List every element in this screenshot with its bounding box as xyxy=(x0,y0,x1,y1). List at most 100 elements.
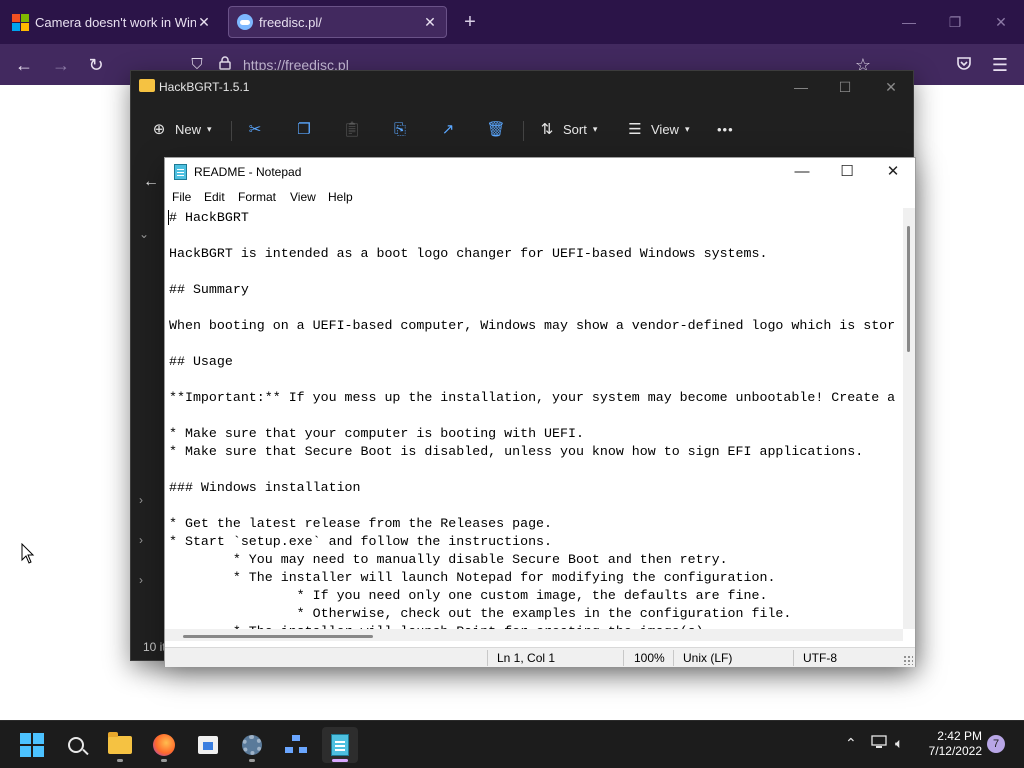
chevron-up-icon[interactable]: ⌃ xyxy=(845,735,857,752)
notepad-text-line: ## Usage xyxy=(169,354,233,369)
clock-date: 7/12/2022 xyxy=(928,744,982,758)
view-label: View xyxy=(651,121,679,137)
notepad-taskbar-button[interactable] xyxy=(322,727,358,763)
horizontal-scroll-thumb[interactable] xyxy=(183,635,373,638)
notepad-maximize-button[interactable]: ☐ xyxy=(825,160,869,184)
system-clock[interactable]: 2:42 PM 7/12/2022 xyxy=(918,729,982,759)
notepad-text-line: * Make sure that your computer is bootin… xyxy=(169,426,584,441)
view-button[interactable]: ☰ View ▾ xyxy=(625,117,689,141)
notepad-status-bar: Ln 1, Col 1 100% Unix (LF) UTF-8 xyxy=(165,647,915,667)
menu-view[interactable]: View xyxy=(290,190,316,204)
notepad-titlebar: README - Notepad — ☐ ✕ xyxy=(165,158,915,186)
reload-icon[interactable]: ↻ xyxy=(83,52,109,78)
menu-file[interactable]: File xyxy=(172,190,191,204)
notepad-text-line: ### Windows installation xyxy=(169,480,361,495)
expand-chevron-icon[interactable]: ⌄ xyxy=(139,227,149,241)
menu-format[interactable]: Format xyxy=(238,190,276,204)
collapse-chevron-icon[interactable]: › xyxy=(139,573,143,587)
horizontal-scrollbar[interactable] xyxy=(165,629,903,641)
explorer-maximize-button[interactable]: ☐ xyxy=(825,75,865,99)
sort-arrows-icon: ⇅ xyxy=(540,121,554,138)
pocket-icon[interactable] xyxy=(951,52,977,78)
microsoft-store-button[interactable] xyxy=(190,727,226,763)
new-tab-button[interactable]: + xyxy=(458,10,482,34)
browser-maximize-button[interactable]: ❐ xyxy=(940,10,970,34)
network-app-icon xyxy=(285,735,307,755)
delete-button[interactable]: 🗑︎ xyxy=(486,117,506,141)
view-lines-icon: ☰ xyxy=(628,121,642,138)
chevron-down-icon: ▾ xyxy=(592,123,598,134)
hamburger-menu-icon[interactable]: ☰ xyxy=(987,52,1013,78)
notepad-text-area[interactable]: # HackBGRT HackBGRT is intended as a boot… xyxy=(165,208,903,629)
browser-minimize-button[interactable]: — xyxy=(894,10,924,34)
firefox-button[interactable] xyxy=(146,727,182,763)
clipboard-icon: 📋︎ xyxy=(342,121,362,138)
notepad-minimize-button[interactable]: — xyxy=(780,160,824,184)
close-tab-icon[interactable]: ✕ xyxy=(196,14,212,31)
explorer-minimize-button[interactable]: — xyxy=(781,75,821,99)
new-label: New xyxy=(175,121,202,137)
menu-help[interactable]: Help xyxy=(328,190,353,204)
sort-button[interactable]: ⇅ Sort ▾ xyxy=(537,117,598,141)
clock-time: 2:42 PM xyxy=(937,729,982,743)
network-icon[interactable] xyxy=(871,735,887,752)
browser-close-button[interactable]: ✕ xyxy=(986,10,1016,34)
windows-logo-icon xyxy=(12,13,29,31)
browser-tab-camera[interactable]: Camera doesn't work in Windows ✕ xyxy=(4,6,220,38)
menu-edit[interactable]: Edit xyxy=(204,190,225,204)
cut-button[interactable]: ✂ xyxy=(245,117,265,141)
firefox-icon xyxy=(153,734,175,756)
more-options-button[interactable]: ••• xyxy=(717,117,734,141)
copy-button[interactable]: ❐ xyxy=(294,117,314,141)
vertical-scroll-thumb[interactable] xyxy=(907,226,910,352)
vertical-scrollbar[interactable] xyxy=(903,208,915,629)
forward-arrow-icon[interactable]: → xyxy=(48,52,74,78)
chevron-down-icon: ▾ xyxy=(684,123,690,134)
trash-icon: 🗑︎ xyxy=(486,121,506,138)
notepad-text-line: * Start `setup.exe` and follow the instr… xyxy=(169,534,553,549)
file-explorer-button[interactable] xyxy=(102,727,138,763)
collapse-chevron-icon[interactable]: › xyxy=(139,493,143,507)
explorer-titlebar: HackBGRT-1.5.1 — ☐ ✕ xyxy=(131,71,913,103)
share-button[interactable]: ↗ xyxy=(438,117,458,141)
windows-taskbar: ⌃ 🔈︎ 2:42 PM 7/12/2022 7 xyxy=(0,720,1024,768)
paste-button[interactable]: 📋︎ xyxy=(342,117,362,141)
notepad-icon xyxy=(331,734,349,756)
resize-grip-icon[interactable] xyxy=(903,655,913,665)
start-icon xyxy=(20,733,44,757)
collapse-chevron-icon[interactable]: › xyxy=(139,533,143,547)
explorer-command-bar: ⊕ New ▾ ✂ ❐ 📋︎ ⎘ ↗ 🗑︎ ⇅ Sort ▾ ☰ View ▾ … xyxy=(131,107,913,151)
notepad-text-line: * If you need only one custom image, the… xyxy=(169,588,768,603)
explorer-close-button[interactable]: ✕ xyxy=(871,75,911,99)
cloud-favicon-icon xyxy=(237,14,253,30)
notepad-title: README - Notepad xyxy=(194,165,302,179)
scissors-icon: ✂ xyxy=(248,121,262,138)
new-button[interactable]: ⊕ New ▾ xyxy=(149,117,212,141)
copy-icon: ❐ xyxy=(297,121,311,138)
settings-button[interactable] xyxy=(234,727,270,763)
share-icon: ↗ xyxy=(441,121,455,138)
notepad-text-line: HackBGRT is intended as a boot logo chan… xyxy=(169,246,768,261)
notepad-text-line: * The installer will launch Notepad for … xyxy=(169,570,776,585)
tab-title: Camera doesn't work in Windows xyxy=(35,14,196,30)
start-button[interactable] xyxy=(14,727,50,763)
notepad-text-line: **Important:** If you mess up the instal… xyxy=(169,390,896,405)
zoom-level: 100% xyxy=(634,651,665,665)
sort-label: Sort xyxy=(563,121,587,137)
volume-icon[interactable]: 🔈︎ xyxy=(895,735,903,752)
notification-count-badge[interactable]: 7 xyxy=(987,735,1005,753)
close-tab-icon[interactable]: ✕ xyxy=(422,14,438,31)
line-ending: Unix (LF) xyxy=(683,651,733,665)
search-button[interactable] xyxy=(58,727,94,763)
notepad-text-line: ## Summary xyxy=(169,282,249,297)
notepad-close-button[interactable]: ✕ xyxy=(871,160,915,184)
explorer-back-arrow-icon[interactable]: ← xyxy=(143,173,159,191)
file-explorer-icon xyxy=(108,732,132,754)
browser-tab-freedisc[interactable]: freedisc.pl/ ✕ xyxy=(228,6,447,38)
network-app-button[interactable] xyxy=(278,727,314,763)
search-icon xyxy=(68,737,84,753)
settings-icon xyxy=(242,735,262,755)
back-arrow-icon[interactable]: ← xyxy=(11,52,37,78)
notepad-text-line: When booting on a UEFI-based computer, W… xyxy=(169,318,896,333)
rename-button[interactable]: ⎘ xyxy=(390,117,410,141)
